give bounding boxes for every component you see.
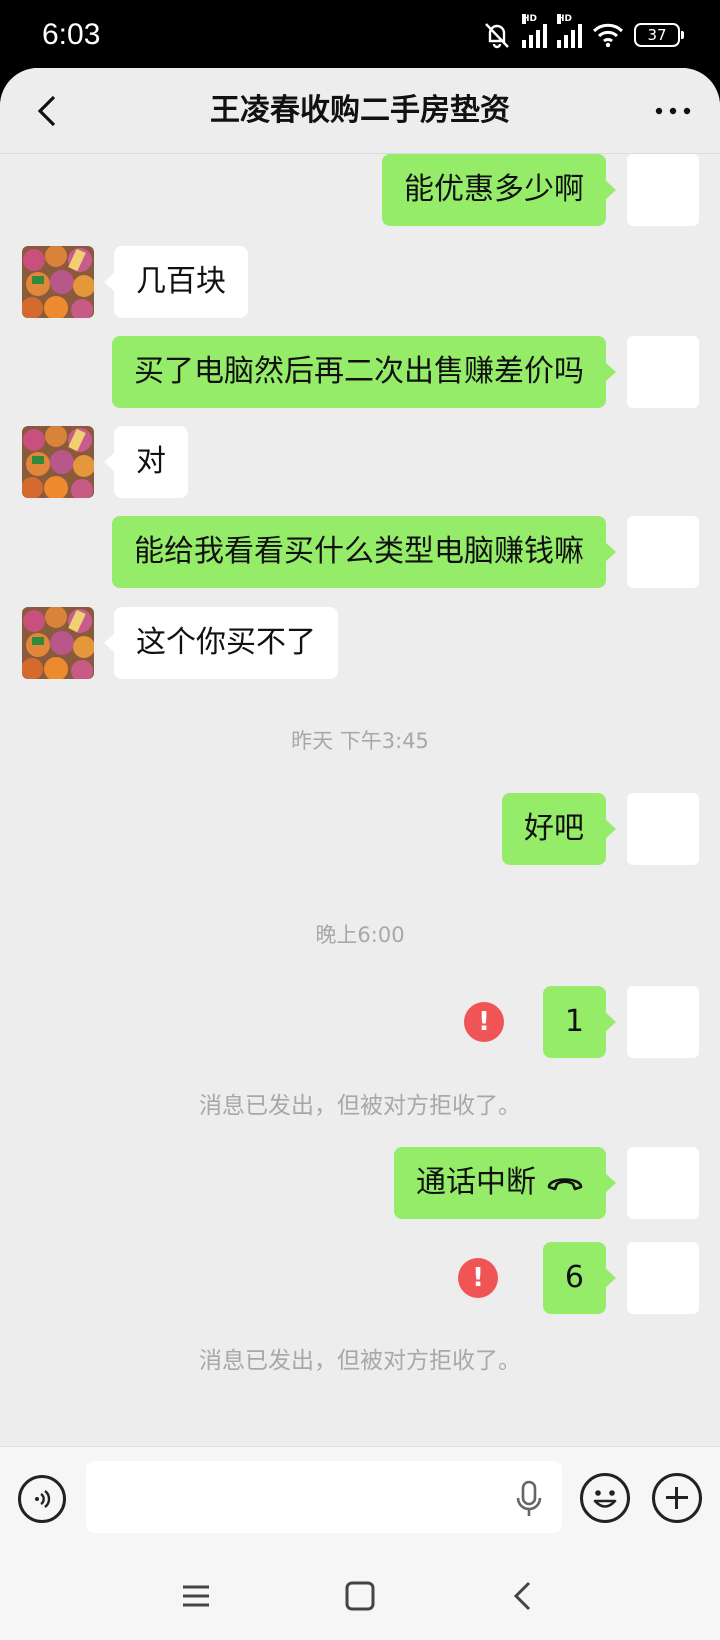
avatar-self[interactable] bbox=[627, 154, 699, 226]
message-bubble-self[interactable]: 能优惠多少啊 bbox=[382, 154, 616, 226]
timestamp-label: 晚上6:00 bbox=[315, 923, 405, 947]
fruit-avatar-image bbox=[22, 246, 94, 318]
voice-input-button[interactable] bbox=[18, 1475, 66, 1523]
status-icons: HD HD 37 bbox=[482, 14, 684, 50]
send-failed-icon[interactable]: ! bbox=[458, 1258, 498, 1298]
menu-icon bbox=[183, 1585, 209, 1607]
message-bubble-other[interactable]: 对 bbox=[104, 426, 188, 498]
wifi-icon bbox=[592, 23, 624, 48]
back-triangle-icon bbox=[513, 1581, 531, 1611]
message-bubble-self[interactable]: 1 bbox=[542, 986, 617, 1058]
avatar-self[interactable] bbox=[627, 336, 699, 408]
chat-app: 王凌春收购二手房垫资 能优惠多少啊 几百块 买了电脑然后再二次出售赚差价吗 对 … bbox=[0, 68, 720, 1640]
voice-icon bbox=[35, 1490, 51, 1508]
call-ended-label: 通话中断 bbox=[416, 1165, 536, 1200]
avatar-self[interactable] bbox=[627, 516, 699, 588]
emoji-icon bbox=[593, 1490, 617, 1508]
rejected-notice: 消息已发出，但被对方拒收了。 bbox=[199, 1093, 521, 1119]
status-time: 6:03 bbox=[42, 18, 101, 51]
fruit-avatar-image bbox=[22, 607, 94, 679]
message-bubble-other[interactable]: 这个你买不了 bbox=[104, 607, 338, 679]
avatar-self[interactable] bbox=[627, 793, 699, 865]
signal-icon-2: HD bbox=[557, 14, 582, 48]
timestamp-label: 昨天 下午3:45 bbox=[291, 729, 429, 753]
more-functions-button[interactable] bbox=[652, 1473, 702, 1523]
message-input[interactable] bbox=[86, 1461, 562, 1533]
chat-header: 王凌春收购二手房垫资 bbox=[0, 68, 720, 154]
more-button[interactable] bbox=[650, 88, 696, 134]
home-button[interactable] bbox=[336, 1572, 384, 1620]
nav-back-button[interactable] bbox=[498, 1572, 546, 1620]
message-list[interactable]: 能优惠多少啊 几百块 买了电脑然后再二次出售赚差价吗 对 能给我看看买什么类型电… bbox=[0, 154, 720, 1444]
message-bubble-self[interactable]: 买了电脑然后再二次出售赚差价吗 bbox=[112, 336, 616, 408]
system-nav-bar bbox=[0, 1550, 720, 1640]
more-dots-icon bbox=[655, 107, 691, 115]
battery-level: 37 bbox=[647, 26, 667, 44]
phone-hangup-icon bbox=[547, 1178, 583, 1191]
avatar-self[interactable] bbox=[627, 986, 699, 1058]
fruit-avatar-image bbox=[22, 426, 94, 498]
home-square-icon bbox=[345, 1581, 375, 1611]
avatar-self[interactable] bbox=[627, 1147, 699, 1219]
status-bar: 6:03 HD HD 37 bbox=[0, 0, 720, 70]
back-button[interactable] bbox=[24, 88, 70, 134]
message-bubble-self[interactable]: 6 bbox=[542, 1242, 617, 1314]
message-bubble-self[interactable]: 能给我看看买什么类型电脑赚钱嘛 bbox=[112, 516, 616, 588]
avatar-other[interactable] bbox=[22, 607, 94, 679]
send-failed-icon[interactable]: ! bbox=[464, 1002, 504, 1042]
call-ended-bubble[interactable]: 通话中断 bbox=[394, 1147, 616, 1219]
menu-button[interactable] bbox=[172, 1572, 220, 1620]
chevron-left-icon bbox=[37, 95, 56, 127]
mute-bell-icon bbox=[485, 23, 509, 49]
avatar-self[interactable] bbox=[627, 1242, 699, 1314]
avatar-other[interactable] bbox=[22, 426, 94, 498]
emoji-button[interactable] bbox=[580, 1473, 630, 1523]
message-bubble-other[interactable]: 几百块 bbox=[104, 246, 248, 318]
message-bubble-self[interactable]: 好吧 bbox=[502, 793, 616, 865]
rejected-notice: 消息已发出，但被对方拒收了。 bbox=[199, 1348, 521, 1374]
signal-icon-1: HD bbox=[522, 14, 547, 48]
input-bar bbox=[0, 1446, 720, 1550]
chat-title: 王凌春收购二手房垫资 bbox=[210, 93, 510, 128]
avatar-other[interactable] bbox=[22, 246, 94, 318]
battery-icon: 37 bbox=[634, 23, 684, 47]
microphone-icon[interactable] bbox=[514, 1479, 544, 1519]
